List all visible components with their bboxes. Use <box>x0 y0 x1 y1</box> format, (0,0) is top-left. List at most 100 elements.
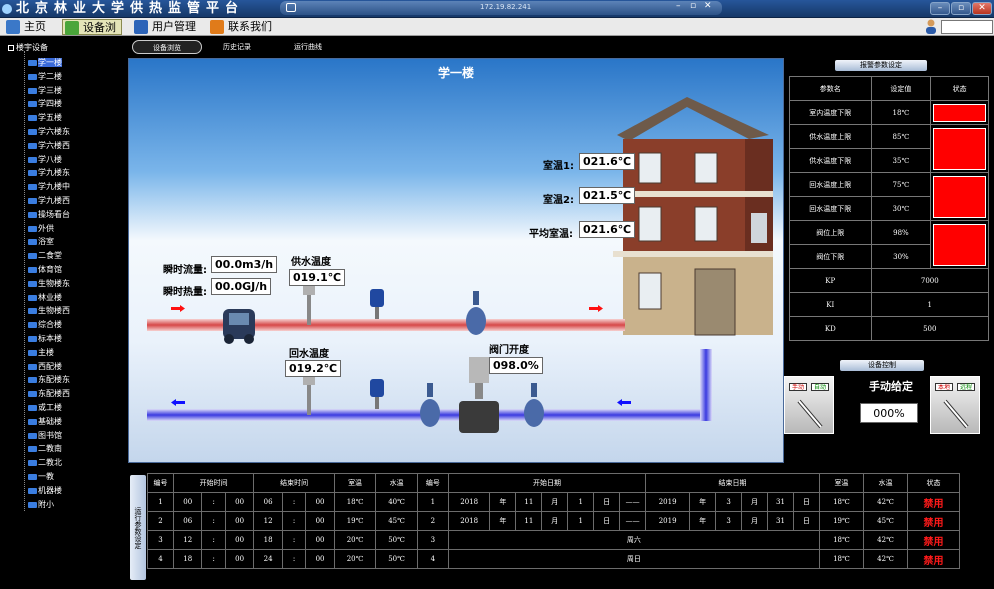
row-water-temp[interactable]: 50℃ <box>375 549 418 569</box>
tree-item[interactable]: 二教南 <box>26 443 62 455</box>
tree-item[interactable]: 一教 <box>26 471 54 483</box>
tree-item[interactable]: 学六楼东 <box>26 126 70 138</box>
end-month[interactable]: 3 <box>715 492 743 512</box>
end-hour[interactable]: 18 <box>253 530 283 550</box>
pid-value[interactable]: 500 <box>870 316 990 341</box>
start-min[interactable]: 00 <box>224 549 255 569</box>
row-room-temp[interactable]: 18℃ <box>333 492 377 512</box>
date-water-temp[interactable]: 42℃ <box>862 492 909 512</box>
row-room-temp[interactable]: 20℃ <box>333 549 377 569</box>
row-water-temp[interactable]: 40℃ <box>375 492 418 512</box>
row-water-temp[interactable]: 45℃ <box>375 511 418 531</box>
alarm-row-value[interactable]: 98% <box>870 220 932 245</box>
tree-item[interactable]: 学四楼 <box>26 98 62 110</box>
end-min[interactable]: 00 <box>305 549 335 569</box>
end-day[interactable]: 31 <box>766 511 794 531</box>
tree-item[interactable]: 学九楼中 <box>26 181 70 193</box>
alarm-row-value[interactable]: 30% <box>870 244 932 269</box>
tree-item[interactable]: 林业楼 <box>26 292 62 304</box>
end-hour[interactable]: 24 <box>253 549 283 569</box>
alarm-row-value[interactable]: 18℃ <box>870 100 932 125</box>
end-hour[interactable]: 12 <box>253 511 283 531</box>
tree-item[interactable]: 基础楼 <box>26 416 62 428</box>
tab-run-curve[interactable]: 运行曲线 <box>278 40 338 54</box>
pid-value[interactable]: 1 <box>870 292 990 317</box>
start-min[interactable]: 00 <box>224 492 255 512</box>
mode-switch-left[interactable]: 手动 自动 <box>784 376 834 434</box>
weekday-label[interactable]: 周日 <box>447 549 820 569</box>
start-month[interactable]: 11 <box>515 492 543 512</box>
tree-item[interactable]: 外供 <box>26 223 54 235</box>
start-hour[interactable]: 18 <box>172 549 203 569</box>
date-water-temp[interactable]: 42℃ <box>862 549 909 569</box>
tree-item[interactable]: 学八楼 <box>26 154 62 166</box>
tree-item[interactable]: 标本楼 <box>26 333 62 345</box>
start-min[interactable]: 00 <box>224 530 255 550</box>
tree-item[interactable]: 浴室 <box>26 236 54 248</box>
status-disabled-badge[interactable]: 禁用 <box>907 530 960 550</box>
remote-button[interactable]: 远程 <box>957 383 975 391</box>
local-button[interactable]: 本地 <box>935 383 953 391</box>
row-room-temp[interactable]: 19℃ <box>333 511 377 531</box>
start-hour[interactable]: 06 <box>172 511 203 531</box>
row-water-temp[interactable]: 50℃ <box>375 530 418 550</box>
tree-item[interactable]: 机器楼 <box>26 485 62 497</box>
tree-item[interactable]: 东配楼西 <box>26 388 70 400</box>
menu-user-manage[interactable]: 用户管理 <box>132 19 202 35</box>
collapse-icon[interactable] <box>8 44 14 51</box>
tree-item[interactable]: 学五楼 <box>26 112 62 124</box>
alarm-row-value[interactable]: 85℃ <box>870 124 932 149</box>
date-water-temp[interactable]: 45℃ <box>862 511 909 531</box>
end-year[interactable]: 2019 <box>645 511 691 531</box>
tree-root[interactable]: 楼宇设备 <box>8 42 48 53</box>
alarm-tab[interactable]: 报警参数设定 <box>835 60 927 71</box>
mode-switch-right[interactable]: 本地 远程 <box>930 376 980 434</box>
remote-close-icon[interactable]: ✕ <box>704 1 712 11</box>
tab-device-browse[interactable]: 设备浏览 <box>132 40 202 54</box>
end-year[interactable]: 2019 <box>645 492 691 512</box>
start-year[interactable]: 2018 <box>447 511 491 531</box>
tree-item[interactable]: 学一楼 <box>26 57 62 69</box>
menu-home[interactable]: 主页 <box>4 19 50 35</box>
date-water-temp[interactable]: 42℃ <box>862 530 909 550</box>
tree-item[interactable]: 学三楼 <box>26 85 62 97</box>
end-min[interactable]: 00 <box>305 511 335 531</box>
alarm-row-value[interactable]: 35℃ <box>870 148 932 173</box>
status-disabled-badge[interactable]: 禁用 <box>907 549 960 569</box>
start-min[interactable]: 00 <box>224 511 255 531</box>
tree-item[interactable]: 学二楼 <box>26 71 62 83</box>
tree-item[interactable]: 二教北 <box>26 457 62 469</box>
remote-minimize-icon[interactable]: – <box>676 1 681 11</box>
menu-contact[interactable]: 联系我们 <box>208 19 278 35</box>
start-day[interactable]: 1 <box>567 511 595 531</box>
tree-item[interactable]: 学九楼西 <box>26 195 70 207</box>
tree-item[interactable]: 西配楼 <box>26 361 62 373</box>
tree-item[interactable]: 附小 <box>26 499 54 511</box>
tree-item[interactable]: 体育馆 <box>26 264 62 276</box>
tree-item[interactable]: 主楼 <box>26 347 54 359</box>
tree-item[interactable]: 或工楼 <box>26 402 62 414</box>
alarm-row-value[interactable]: 75℃ <box>870 172 932 197</box>
row-room-temp[interactable]: 20℃ <box>333 530 377 550</box>
end-hour[interactable]: 06 <box>253 492 283 512</box>
tree-item[interactable]: 生物楼西 <box>26 305 70 317</box>
tree-item[interactable]: 东配楼东 <box>26 374 70 386</box>
start-hour[interactable]: 00 <box>172 492 203 512</box>
tree-item[interactable]: 综合楼 <box>26 319 62 331</box>
tree-item[interactable]: 学九楼东 <box>26 167 70 179</box>
pin-icon[interactable] <box>286 3 296 12</box>
tree-item[interactable]: 图书馆 <box>26 430 62 442</box>
weekday-label[interactable]: 周六 <box>447 530 820 550</box>
tree-item[interactable]: 操场看台 <box>26 209 70 221</box>
start-month[interactable]: 11 <box>515 511 543 531</box>
maximize-button[interactable]: ▫ <box>951 2 971 15</box>
status-disabled-badge[interactable]: 禁用 <box>907 511 960 531</box>
minimize-button[interactable]: – <box>930 2 950 15</box>
close-button[interactable]: ✕ <box>972 2 992 15</box>
start-year[interactable]: 2018 <box>447 492 491 512</box>
user-input[interactable] <box>941 20 993 34</box>
manual-setpoint-value[interactable]: 000% <box>860 403 918 423</box>
tree-item[interactable]: 学六楼西 <box>26 140 70 152</box>
start-day[interactable]: 1 <box>567 492 595 512</box>
end-min[interactable]: 00 <box>305 492 335 512</box>
